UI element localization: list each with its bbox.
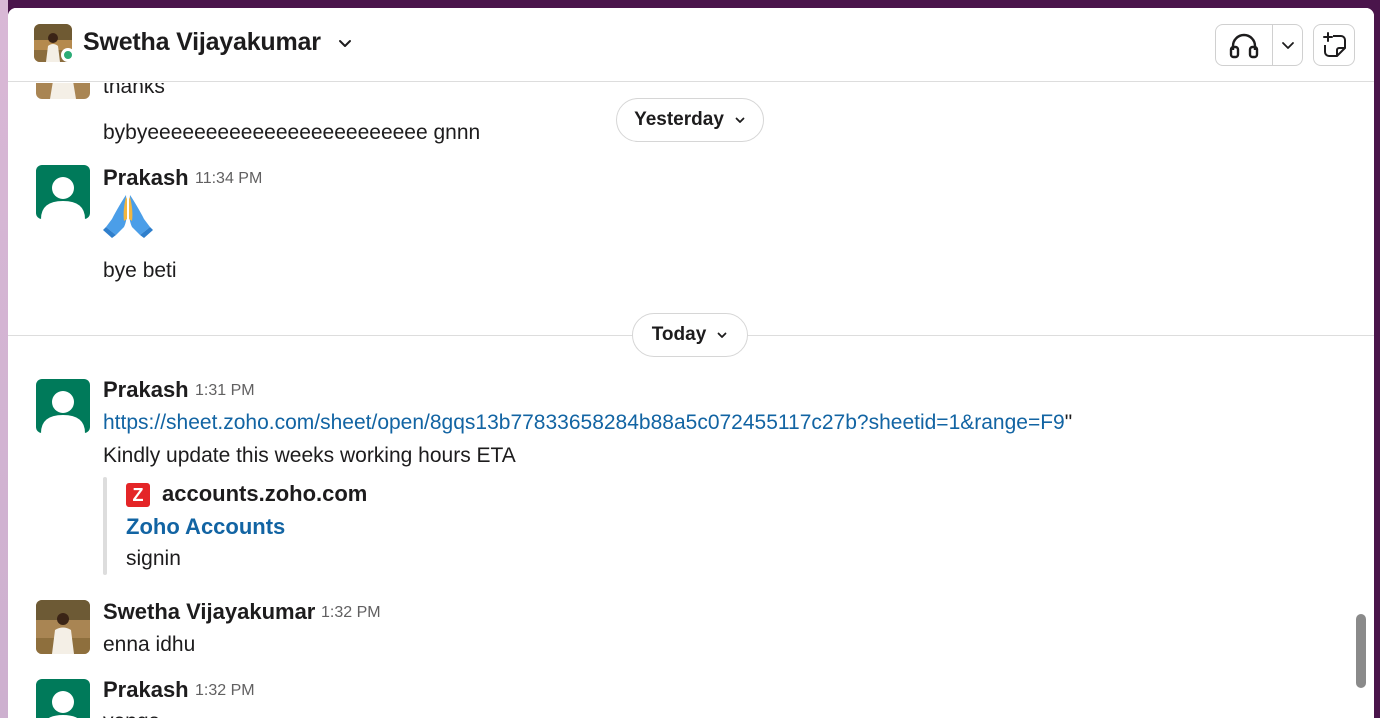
- huddle-controls: [1215, 24, 1303, 66]
- link-preview-description: signin: [126, 547, 181, 570]
- canvas-button[interactable]: [1313, 24, 1355, 66]
- conversation-header: Swetha Vijayakumar: [8, 8, 1374, 82]
- conversation-panel: Swetha Vijayakumar thanks bybyeeeeeeeeee…: [8, 8, 1374, 718]
- message-text: Kindly update this weeks working hours E…: [103, 444, 516, 467]
- message-link[interactable]: https://sheet.zoho.com/sheet/open/8gqs13…: [103, 411, 1065, 434]
- message-author[interactable]: Swetha Vijayakumar: [103, 599, 315, 625]
- new-canvas-icon: [1323, 32, 1346, 57]
- message-author[interactable]: Prakash: [103, 677, 189, 703]
- channel-title[interactable]: Swetha Vijayakumar: [83, 28, 321, 57]
- message-timestamp[interactable]: 1:32 PM: [321, 604, 381, 622]
- message-text: venga: [103, 710, 160, 718]
- chevron-down-icon: [717, 332, 727, 338]
- chevron-down-icon: [1282, 42, 1294, 49]
- message-author[interactable]: Prakash: [103, 377, 189, 403]
- avatar[interactable]: [36, 679, 90, 718]
- link-suffix: ": [1064, 411, 1073, 434]
- folded-hands-icon: [103, 195, 153, 238]
- avatar[interactable]: [36, 165, 90, 219]
- avatar[interactable]: [36, 600, 90, 654]
- date-divider-yesterday[interactable]: Yesterday: [616, 98, 764, 142]
- message-timestamp[interactable]: 11:34 PM: [195, 170, 262, 188]
- message-timestamp[interactable]: 1:31 PM: [195, 382, 255, 400]
- message-timestamp[interactable]: 1:32 PM: [195, 682, 255, 700]
- date-divider-today[interactable]: Today: [632, 313, 748, 357]
- chevron-down-icon[interactable]: [337, 35, 353, 51]
- scrollbar-thumb[interactable]: [1356, 614, 1366, 688]
- message-list: thanks bybyeeeeeeeeeeeeeeeeeeeeeeee gnnn…: [8, 83, 1374, 718]
- message-text: https://sheet.zoho.com/sheet/open/8gqs13…: [103, 411, 1072, 435]
- link-preview-title[interactable]: Zoho Accounts: [126, 514, 285, 540]
- message-text: thanks: [103, 83, 165, 98]
- message-author[interactable]: Prakash: [103, 165, 189, 191]
- date-divider-label: Yesterday: [634, 109, 724, 130]
- link-preview-domain: accounts.zoho.com: [162, 481, 368, 506]
- online-status-icon: [61, 48, 75, 62]
- date-divider-label: Today: [651, 324, 707, 345]
- zoho-favicon-icon: Z: [126, 483, 150, 507]
- message-text: bye beti: [103, 259, 177, 282]
- message-text: enna idhu: [103, 633, 196, 656]
- chevron-down-icon: [735, 117, 745, 123]
- window-left-border: [0, 0, 8, 718]
- huddle-options-button[interactable]: [1273, 25, 1303, 65]
- link-preview-bar: [103, 477, 107, 575]
- headphones-icon: [1229, 33, 1259, 59]
- avatar[interactable]: [36, 83, 90, 99]
- window-top-border: [0, 0, 1380, 8]
- message-text: bybyeeeeeeeeeeeeeeeeeeeeeeee gnnn: [103, 121, 481, 144]
- avatar[interactable]: [36, 379, 90, 433]
- huddle-button[interactable]: [1216, 25, 1272, 65]
